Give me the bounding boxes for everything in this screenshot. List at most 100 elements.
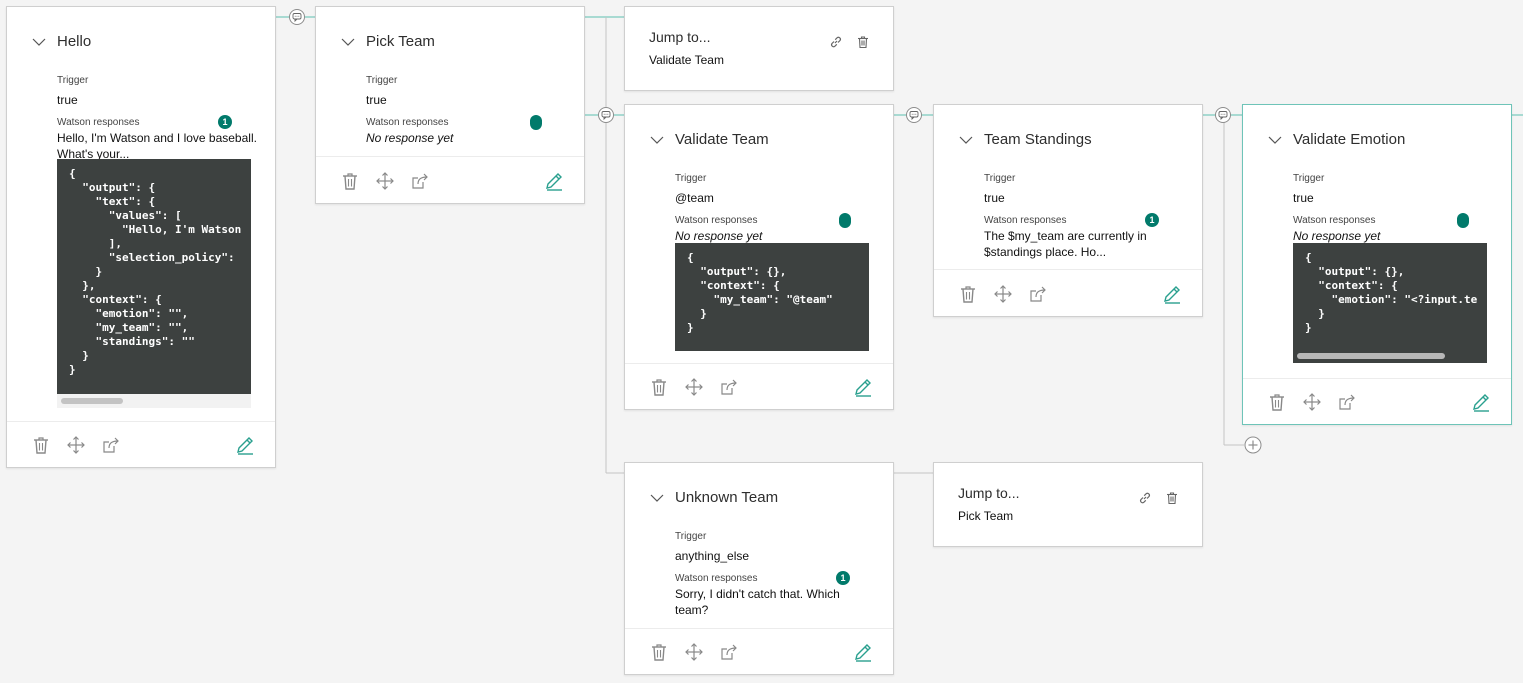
trash-icon[interactable]: [649, 377, 669, 397]
link-icon[interactable]: [1138, 491, 1152, 505]
move-arrows-icon[interactable]: [66, 435, 86, 455]
move-arrows-icon[interactable]: [684, 642, 704, 662]
json-editor[interactable]: { "output": {}, "context": { "emotion": …: [1293, 243, 1487, 349]
scrollbar-thumb[interactable]: [61, 398, 123, 404]
move-arrows-icon[interactable]: [684, 377, 704, 397]
chevron-down-icon[interactable]: [31, 36, 47, 48]
node-title: Team Standings: [984, 131, 1092, 148]
trash-icon[interactable]: [1267, 392, 1287, 412]
responses-label: Watson responses: [984, 215, 1067, 226]
trigger-label: Trigger: [675, 173, 707, 184]
response-preview: No response yet: [1293, 229, 1381, 243]
jump-to-icon[interactable]: [1028, 284, 1048, 304]
move-arrows-icon[interactable]: [1302, 392, 1322, 412]
scrollbar-thumb[interactable]: [1297, 353, 1445, 359]
chevron-down-icon[interactable]: [340, 36, 356, 48]
jump-to-icon[interactable]: [101, 435, 121, 455]
divider: [625, 363, 893, 364]
trash-icon[interactable]: [649, 642, 669, 662]
divider: [625, 628, 893, 629]
jump-to-icon[interactable]: [719, 642, 739, 662]
divider: [934, 269, 1202, 270]
trigger-value: true: [57, 93, 78, 107]
chevron-down-icon[interactable]: [1267, 134, 1283, 146]
chevron-down-icon[interactable]: [649, 134, 665, 146]
response-preview: No response yet: [675, 229, 763, 243]
node-title: Validate Emotion: [1293, 131, 1406, 148]
trigger-label: Trigger: [57, 75, 89, 86]
response-preview: No response yet: [366, 131, 454, 145]
trigger-value: true: [984, 191, 1005, 205]
response-line: Sorry, I didn't catch that. Which: [675, 587, 840, 601]
jump-title: Jump to...: [649, 29, 711, 45]
jump-to-icon[interactable]: [410, 171, 430, 191]
divider: [7, 421, 275, 422]
responses-label: Watson responses: [366, 117, 449, 128]
trash-icon[interactable]: [958, 284, 978, 304]
trash-icon[interactable]: [340, 171, 360, 191]
dialog-node-unknown-team[interactable]: Unknown Team Trigger anything_else Watso…: [624, 462, 894, 675]
comment-bubble-icon[interactable]: [289, 9, 305, 25]
trash-icon[interactable]: [856, 35, 870, 49]
response-count-badge: 1: [836, 571, 850, 585]
jump-target: Pick Team: [958, 509, 1014, 523]
chevron-down-icon[interactable]: [649, 492, 665, 504]
trigger-label: Trigger: [1293, 173, 1325, 184]
pencil-icon[interactable]: [1162, 284, 1182, 304]
link-icon[interactable]: [829, 35, 843, 49]
response-indicator: [530, 115, 542, 130]
json-editor[interactable]: { "output": { "text": { "values": [ "Hel…: [57, 159, 251, 394]
node-toolbar: [1267, 392, 1491, 414]
responses-label: Watson responses: [675, 573, 758, 584]
trigger-value: anything_else: [675, 549, 750, 563]
node-toolbar: [31, 435, 255, 457]
responses-label: Watson responses: [1293, 215, 1376, 226]
pencil-icon[interactable]: [544, 171, 564, 191]
dialog-node-team-standings[interactable]: Team Standings Trigger true Watson respo…: [933, 104, 1203, 317]
pencil-icon[interactable]: [853, 377, 873, 397]
jump-to-icon[interactable]: [719, 377, 739, 397]
response-indicator: [1457, 213, 1469, 228]
comment-bubble-icon[interactable]: [598, 107, 614, 123]
dialog-node-validate-emotion[interactable]: Validate Emotion Trigger true Watson res…: [1242, 104, 1512, 425]
node-title: Hello: [57, 33, 92, 50]
trigger-value: true: [1293, 191, 1314, 205]
trigger-value: true: [366, 93, 387, 107]
pencil-icon[interactable]: [853, 642, 873, 662]
jump-to-node-pick-team[interactable]: Jump to... Pick Team: [933, 462, 1203, 547]
node-toolbar: [340, 171, 564, 193]
dialog-tree-canvas: Hello Trigger true Watson responses 1 He…: [0, 0, 1523, 683]
node-title: Unknown Team: [675, 489, 779, 506]
responses-label: Watson responses: [57, 117, 140, 128]
trigger-label: Trigger: [984, 173, 1016, 184]
response-preview: Sorry, I didn't catch that. Which team?: [675, 586, 875, 618]
comment-bubble-icon[interactable]: [906, 107, 922, 123]
node-title: Validate Team: [675, 131, 769, 148]
trash-icon[interactable]: [31, 435, 51, 455]
divider: [1243, 378, 1511, 379]
horizontal-scrollbar[interactable]: [57, 394, 251, 408]
add-node-icon[interactable]: [1244, 436, 1262, 454]
node-title: Pick Team: [366, 33, 435, 50]
jump-to-icon[interactable]: [1337, 392, 1357, 412]
jump-to-node-validate-team[interactable]: Jump to... Validate Team: [624, 6, 894, 91]
dialog-node-validate-team[interactable]: Validate Team Trigger @team Watson respo…: [624, 104, 894, 410]
response-preview: Hello, I'm Watson and I love baseball. W…: [57, 130, 267, 162]
json-editor[interactable]: { "output": {}, "context": { "my_team": …: [675, 243, 869, 351]
pencil-icon[interactable]: [235, 435, 255, 455]
move-arrows-icon[interactable]: [993, 284, 1013, 304]
responses-label: Watson responses: [675, 215, 758, 226]
trigger-value: @team: [675, 191, 714, 205]
horizontal-scrollbar[interactable]: [1293, 349, 1487, 363]
move-arrows-icon[interactable]: [375, 171, 395, 191]
pencil-icon[interactable]: [1471, 392, 1491, 412]
response-line: Hello, I'm Watson and I love baseball.: [57, 131, 257, 145]
dialog-node-hello[interactable]: Hello Trigger true Watson responses 1 He…: [6, 6, 276, 468]
node-toolbar: [958, 284, 1182, 306]
response-line: The $my_team are currently in: [984, 229, 1147, 243]
response-count-badge: 1: [218, 115, 232, 129]
chevron-down-icon[interactable]: [958, 134, 974, 146]
comment-bubble-icon[interactable]: [1215, 107, 1231, 123]
dialog-node-pick-team[interactable]: Pick Team Trigger true Watson responses …: [315, 6, 585, 204]
trash-icon[interactable]: [1165, 491, 1179, 505]
